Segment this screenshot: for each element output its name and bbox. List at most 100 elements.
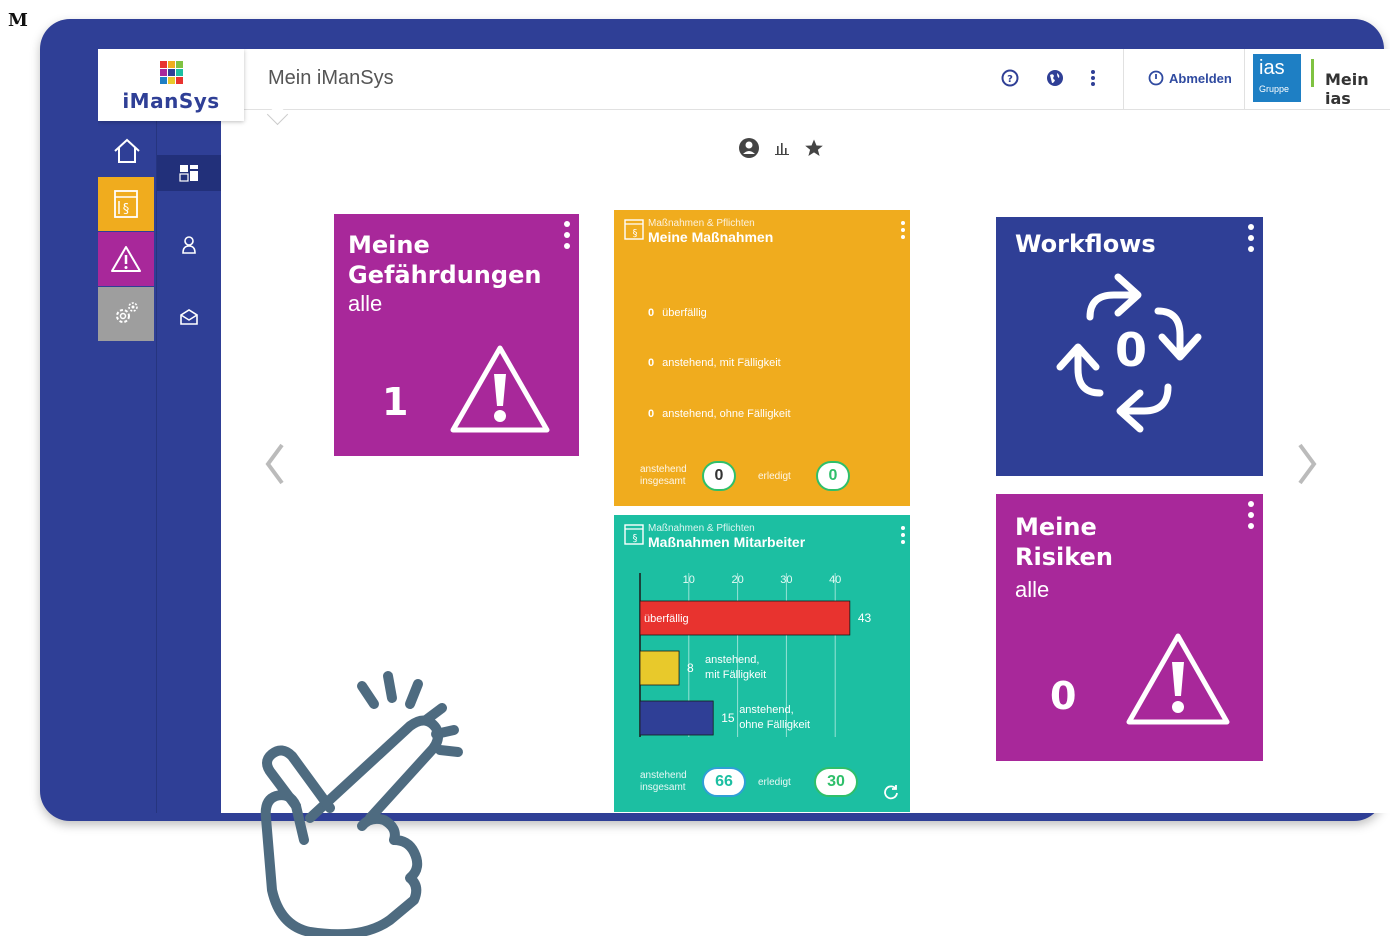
logout-button[interactable]: Abmelden xyxy=(1148,70,1232,86)
chart-tick-label: 40 xyxy=(829,574,841,586)
app-logo[interactable]: iManSys xyxy=(98,49,244,121)
pending-total-label: anstehend insgesamt xyxy=(640,770,687,793)
warning-icon xyxy=(1126,633,1230,725)
next-arrow-icon[interactable] xyxy=(1292,439,1322,489)
done-value: 30 xyxy=(814,767,858,797)
divider xyxy=(1244,49,1245,109)
pending-total-value: 66 xyxy=(702,767,746,797)
hazard-count: 1 xyxy=(382,380,409,424)
employee-measures-tile[interactable]: § Maßnahmen & Pflichten Maßnahmen Mitarb… xyxy=(614,515,910,812)
tile-title: Meine xyxy=(1015,513,1097,541)
chart-tick-label: 20 xyxy=(731,574,743,586)
home-icon[interactable] xyxy=(111,135,143,167)
done-label: erledigt xyxy=(758,471,791,482)
chart-bar xyxy=(639,650,680,686)
chart-tick-label: 30 xyxy=(780,574,792,586)
globe-icon[interactable] xyxy=(1046,69,1064,87)
ias-logo[interactable]: ias Gruppe xyxy=(1253,54,1301,102)
measure-line: 0 anstehend, mit Fälligkeit xyxy=(648,357,781,369)
ias-logo-subtext: Gruppe xyxy=(1259,84,1290,94)
tile-menu-icon[interactable] xyxy=(1247,223,1255,257)
done-label: erledigt xyxy=(758,777,791,788)
tile-title: Gefährdungen xyxy=(348,261,542,289)
user-icon xyxy=(182,236,196,254)
tile-menu-icon[interactable] xyxy=(900,220,906,240)
chart-category-label: anstehend, xyxy=(739,704,793,716)
done-value: 0 xyxy=(816,461,850,491)
tile-title: Workflows xyxy=(1015,230,1156,258)
pending-total-value: 0 xyxy=(702,461,736,491)
corner-letter: M xyxy=(8,10,28,31)
refresh-icon[interactable] xyxy=(882,783,900,801)
chart-value-label: 8 xyxy=(687,661,694,675)
help-icon[interactable]: ? xyxy=(1001,69,1019,87)
tile-header: § Maßnahmen & Pflichten Meine Maßnahmen xyxy=(624,218,773,245)
measure-count: 0 xyxy=(648,307,655,319)
star-icon[interactable] xyxy=(804,138,824,158)
ias-logo-text: ias xyxy=(1259,57,1285,79)
measure-label: anstehend, ohne Fälligkeit xyxy=(662,408,791,420)
power-icon xyxy=(1148,70,1164,86)
pending-total-label: anstehend insgesamt xyxy=(640,464,687,487)
page-title: Mein iManSys xyxy=(268,67,394,89)
logo-text: iManSys xyxy=(122,89,220,113)
svg-text:§: § xyxy=(633,228,638,239)
employee-measures-chart: 10 20 30 40 43 überfällig 8 anstehend, mit Fälli… xyxy=(639,573,872,737)
top-bar: Mein iManSys ? Abmelden ias Gruppe Mein … xyxy=(98,49,1390,110)
secondary-sidebar xyxy=(156,121,221,813)
chart-bar xyxy=(639,700,714,736)
view-switch xyxy=(738,137,824,159)
warning-icon xyxy=(111,246,141,272)
tile-subtitle: alle xyxy=(1015,577,1050,602)
measure-line: 0 überfällig xyxy=(648,307,707,319)
sidebar-item-mail[interactable] xyxy=(157,299,221,335)
chart-tick-label: 10 xyxy=(683,574,695,586)
risk-count: 0 xyxy=(1050,674,1077,718)
sidebar-item-dashboard[interactable] xyxy=(157,155,221,191)
ias-accent-bar xyxy=(1311,59,1314,87)
more-vertical-icon[interactable] xyxy=(1084,69,1102,87)
tile-subtitle: alle xyxy=(348,291,383,316)
workflow-count: 0 xyxy=(1115,323,1148,377)
chart-value-label: 15 xyxy=(721,711,735,725)
logout-label: Abmelden xyxy=(1169,70,1232,86)
tile-title: Risiken xyxy=(1015,543,1113,571)
law-book-icon: § xyxy=(624,219,644,240)
svg-text:§: § xyxy=(123,202,130,217)
chart-category-label: mit Fälligkeit xyxy=(705,669,766,681)
measure-count: 0 xyxy=(648,408,655,420)
chart-category-label: ohne Fälligkeit xyxy=(739,719,810,731)
tablet-frame: Mein iManSys ? Abmelden ias Gruppe Mein … xyxy=(40,19,1390,821)
user-circle-icon[interactable] xyxy=(738,137,760,159)
risks-tile[interactable]: Meine Risiken alle 0 xyxy=(996,494,1263,761)
sidebar-item-settings[interactable] xyxy=(98,287,154,341)
tile-menu-icon[interactable] xyxy=(1247,500,1255,534)
warning-icon xyxy=(450,345,550,433)
settings-icon xyxy=(116,302,138,323)
measures-tile[interactable]: § Maßnahmen & Pflichten Meine Maßnahmen … xyxy=(614,210,910,506)
logo-grid-icon xyxy=(160,61,184,85)
mein-ias-link[interactable]: Mein ias xyxy=(1325,70,1390,108)
primary-sidebar: § xyxy=(98,121,156,813)
measure-label: überfällig xyxy=(662,307,707,319)
svg-text:?: ? xyxy=(1007,74,1013,85)
sidebar-item-measures[interactable]: § xyxy=(98,177,154,231)
law-book-icon: § xyxy=(114,190,138,218)
chart-value-label: 43 xyxy=(858,611,872,625)
tile-title: Meine xyxy=(348,231,430,259)
chart-category-label: überfällig xyxy=(644,613,689,625)
measure-count: 0 xyxy=(648,357,655,369)
sidebar-item-hazards[interactable] xyxy=(98,232,154,286)
workflows-tile[interactable]: Workflows 0 xyxy=(996,217,1263,476)
tile-category: Maßnahmen & Pflichten xyxy=(648,218,755,229)
previous-arrow-icon[interactable] xyxy=(260,439,290,489)
hazards-tile[interactable]: Meine Gefährdungen alle 1 xyxy=(334,214,579,456)
measure-line: 0 anstehend, ohne Fälligkeit xyxy=(648,408,791,420)
bar-chart-icon[interactable] xyxy=(774,140,790,156)
tile-menu-icon[interactable] xyxy=(563,220,571,254)
tile-title: Meine Maßnahmen xyxy=(648,229,774,245)
chart-category-label: anstehend, xyxy=(705,654,759,666)
sidebar-item-user[interactable] xyxy=(157,227,221,263)
measure-label: anstehend, mit Fälligkeit xyxy=(662,357,781,369)
mail-icon xyxy=(180,309,198,325)
